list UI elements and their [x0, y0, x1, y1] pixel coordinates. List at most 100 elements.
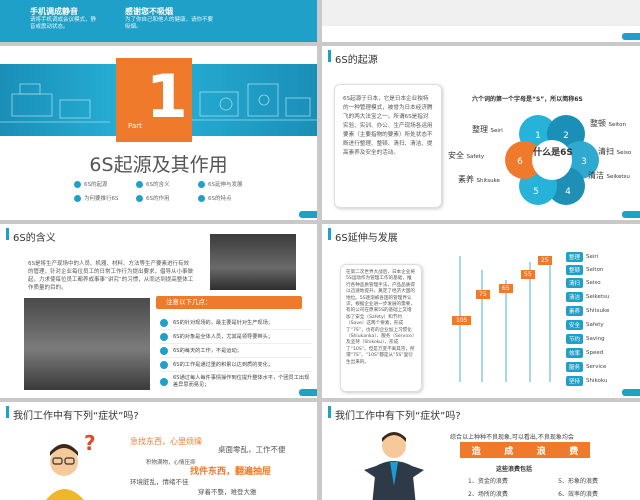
meeting-photo-2 — [24, 298, 150, 390]
slide-thumb-1[interactable]: 手机调成静音 请将手机调成会议模式，静音或震动状态。 感谢您不吸烟 为了你自己和… — [0, 0, 317, 42]
agenda-item[interactable]: 6S延伸与发展 — [198, 180, 264, 188]
agenda-item[interactable]: 6S的作用 — [136, 194, 198, 202]
list-item: 6S的对象是全体人员，尤其是领导要带头； — [160, 330, 312, 344]
phone-silent-desc: 请将手机调成会议模式，静音或震动状态。 — [30, 17, 97, 30]
s-tag-row: 清洁 Seiketsu — [566, 289, 638, 304]
list-item: 2、场所的浪费 — [468, 491, 508, 498]
slide-thumb-8[interactable]: 我们工作中有下列“症状”吗? 综合以上种种不良现象,可以看出,不良现象均会 造成… — [322, 402, 640, 500]
list-item: 6S的每天的工作，不是运动； — [160, 344, 312, 358]
waste-sub-heading: 这些浪费包括 — [496, 466, 533, 473]
title-accent-bar — [328, 50, 331, 62]
page-number-tab — [622, 33, 640, 40]
svg-text:4: 4 — [565, 187, 571, 197]
s-tag-row: 服务 Service — [566, 360, 638, 374]
word-seiketsu[interactable]: 清洁 Seiketsu — [588, 170, 630, 181]
point-number-icon — [160, 378, 168, 386]
bullet-icon — [198, 195, 205, 202]
s-tag-row: 节约 Saving — [566, 332, 638, 346]
part-label: Part — [128, 122, 142, 130]
agenda-item[interactable]: 6S的特点 — [198, 194, 264, 202]
bullet-icon — [136, 195, 143, 202]
origin-text: 6S起源于日本，它是日本企业独特的一种管理模式，被誉为日本经济腾飞的两大法宝之一… — [343, 96, 433, 156]
symptom-3: 积物满物，心情压抑 — [146, 460, 196, 466]
page-number-tab — [299, 211, 317, 218]
notice-header: 注意以下几点： — [156, 296, 302, 309]
s-tag-row: 效率 Speed — [566, 346, 638, 360]
no-smoking-desc: 为了你自己和他人的健康，请你不要吸烟。 — [125, 17, 214, 30]
page-number-tab — [299, 389, 317, 396]
bar-label-25: 25 — [538, 256, 552, 265]
slide-thumb-5[interactable]: 6S的含义 6S是将生产现场中的人员、机器、材料、方法等生产要素进行有效的管理，… — [0, 224, 317, 398]
slide-title: 我们工作中有下列“症状”吗? — [13, 411, 139, 422]
word-seiton[interactable]: 整顿 Seiton — [590, 118, 626, 129]
symptom-4: 找件东西，翻遍抽屉 — [190, 467, 272, 477]
point-number-icon — [160, 346, 168, 355]
agenda-item[interactable]: 为何要推行6S — [74, 194, 136, 202]
svg-text:2: 2 — [563, 131, 569, 141]
meeting-photo-1 — [210, 234, 296, 290]
s-tag-row: 整顿 Seiton — [566, 263, 638, 276]
summary-heading: 综合以上种种不良现象,可以看出,不良现象均会 — [450, 434, 574, 441]
slide-thumb-4[interactable]: 6S的起源 6S起源于日本，它是日本企业独特的一种管理模式，被誉为日本经济腾飞的… — [322, 46, 640, 220]
page-number-tab — [622, 211, 640, 218]
point-number-icon — [160, 318, 168, 327]
title-accent-bar — [328, 406, 331, 418]
slide-title: 我们工作中有下列“症状”吗? — [335, 411, 461, 422]
symptom-5: 环境脏乱，情绪不佳 — [130, 478, 189, 486]
slide-title: 6S的起源 — [335, 55, 378, 66]
word-seiri[interactable]: 整理 Seiri — [472, 124, 503, 135]
phone-silent-title: 手机调成静音 — [30, 7, 78, 16]
symptom-1: 急找东西，心里烦燥 — [130, 437, 202, 446]
slide-title: 6S延伸与发展 — [335, 233, 398, 244]
six-s-heading: 六个词的第一个字母是“S”，所以简称6S — [472, 96, 583, 103]
list-item: 5、形象的浪费 — [558, 478, 598, 485]
slide-thumb-2[interactable] — [322, 0, 640, 42]
six-s-center-label: 什么是6S — [533, 148, 573, 158]
s-tag-row: 整理 Seiri — [566, 250, 638, 263]
waste-banner: 造成浪费 — [460, 442, 590, 458]
no-smoking-title: 感谢您不吸烟 — [125, 7, 173, 16]
svg-text:1: 1 — [535, 131, 541, 141]
bar-label-105: 105 — [452, 316, 472, 325]
list-item: 1、资金的浪费 — [468, 478, 508, 485]
part-number: 1 — [146, 62, 188, 132]
slide-thumb-6[interactable]: 6S延伸与发展 在第二次世界大战后，日本企业将5S运动作为管理工作的基础，推行各… — [322, 224, 640, 398]
s-tag-row: 清扫 Seiso — [566, 276, 638, 289]
list-item: 6S的针对现场的，最主要是针对生产现场； — [160, 316, 312, 330]
part-number-box: Part 1 — [116, 58, 192, 142]
point-number-icon — [160, 332, 168, 341]
extension-card: 在第二次世界大战后，日本企业将5S运动作为管理工作的基础，推行各种品质管理手法，… — [340, 264, 422, 392]
svg-text:3: 3 — [581, 157, 587, 167]
s-tag-row: 坚持 Shikoku — [566, 374, 638, 388]
svg-text:5: 5 — [533, 187, 539, 197]
businessman-illustration — [364, 432, 424, 500]
list-item: 6S的工作是通过重的积累以达到质的变化； — [160, 358, 312, 372]
section-agenda: 6S的起源 6S的含义 6S延伸与发展 为何要推行6S 6S的作用 6S的特点 — [74, 180, 264, 202]
page-number-tab — [622, 389, 640, 396]
bullet-icon — [136, 181, 143, 188]
s-tag-row: 素养 Shitsuke — [566, 304, 638, 317]
svg-text:6: 6 — [517, 157, 523, 167]
svg-text:?: ? — [84, 431, 96, 455]
word-safety[interactable]: 安全 Safety — [448, 150, 484, 161]
symptom-2: 桌面零乱，工作不便 — [218, 445, 286, 454]
bullet-icon — [198, 181, 205, 188]
agenda-item[interactable]: 6S的含义 — [136, 180, 198, 188]
origin-card: 6S起源于日本，它是日本企业独特的一种管理模式，被誉为日本经济腾飞的两大法宝之一… — [334, 84, 442, 208]
slide-thumb-3[interactable]: Part 1 6S起源及其作用 6S的起源 6S的含义 6S延伸与发展 为何要推… — [0, 46, 317, 220]
bar-label-75: 75 — [476, 290, 490, 299]
slide-2-top-bar — [322, 0, 640, 26]
symptom-6: 穿着不整，难登大雅 — [198, 488, 257, 496]
point-number-icon — [160, 360, 168, 369]
notice-points: 6S的针对现场的，最主要是针对生产现场； 6S的对象是全体人员，尤其是领导要带头… — [160, 316, 312, 392]
bar-label-65: 65 — [499, 284, 513, 293]
confused-man-illustration: ? — [46, 431, 96, 500]
agenda-item[interactable]: 6S的起源 — [74, 180, 136, 188]
extension-text: 在第二次世界大战后，日本企业将5S运动作为管理工作的基础，推行各种品质管理手法，… — [346, 270, 415, 365]
slide-thumb-7[interactable]: 我们工作中有下列“症状”吗? ? 急找东西，心里烦燥 桌面零乱，工作不便 积物满… — [0, 402, 317, 500]
title-accent-bar — [328, 228, 331, 240]
bar-label-55: 55 — [521, 270, 535, 279]
word-shitsuke[interactable]: 素养 Shitsuke — [458, 174, 500, 185]
title-accent-bar — [6, 406, 9, 418]
word-seiso[interactable]: 清扫 Seiso — [598, 146, 631, 157]
